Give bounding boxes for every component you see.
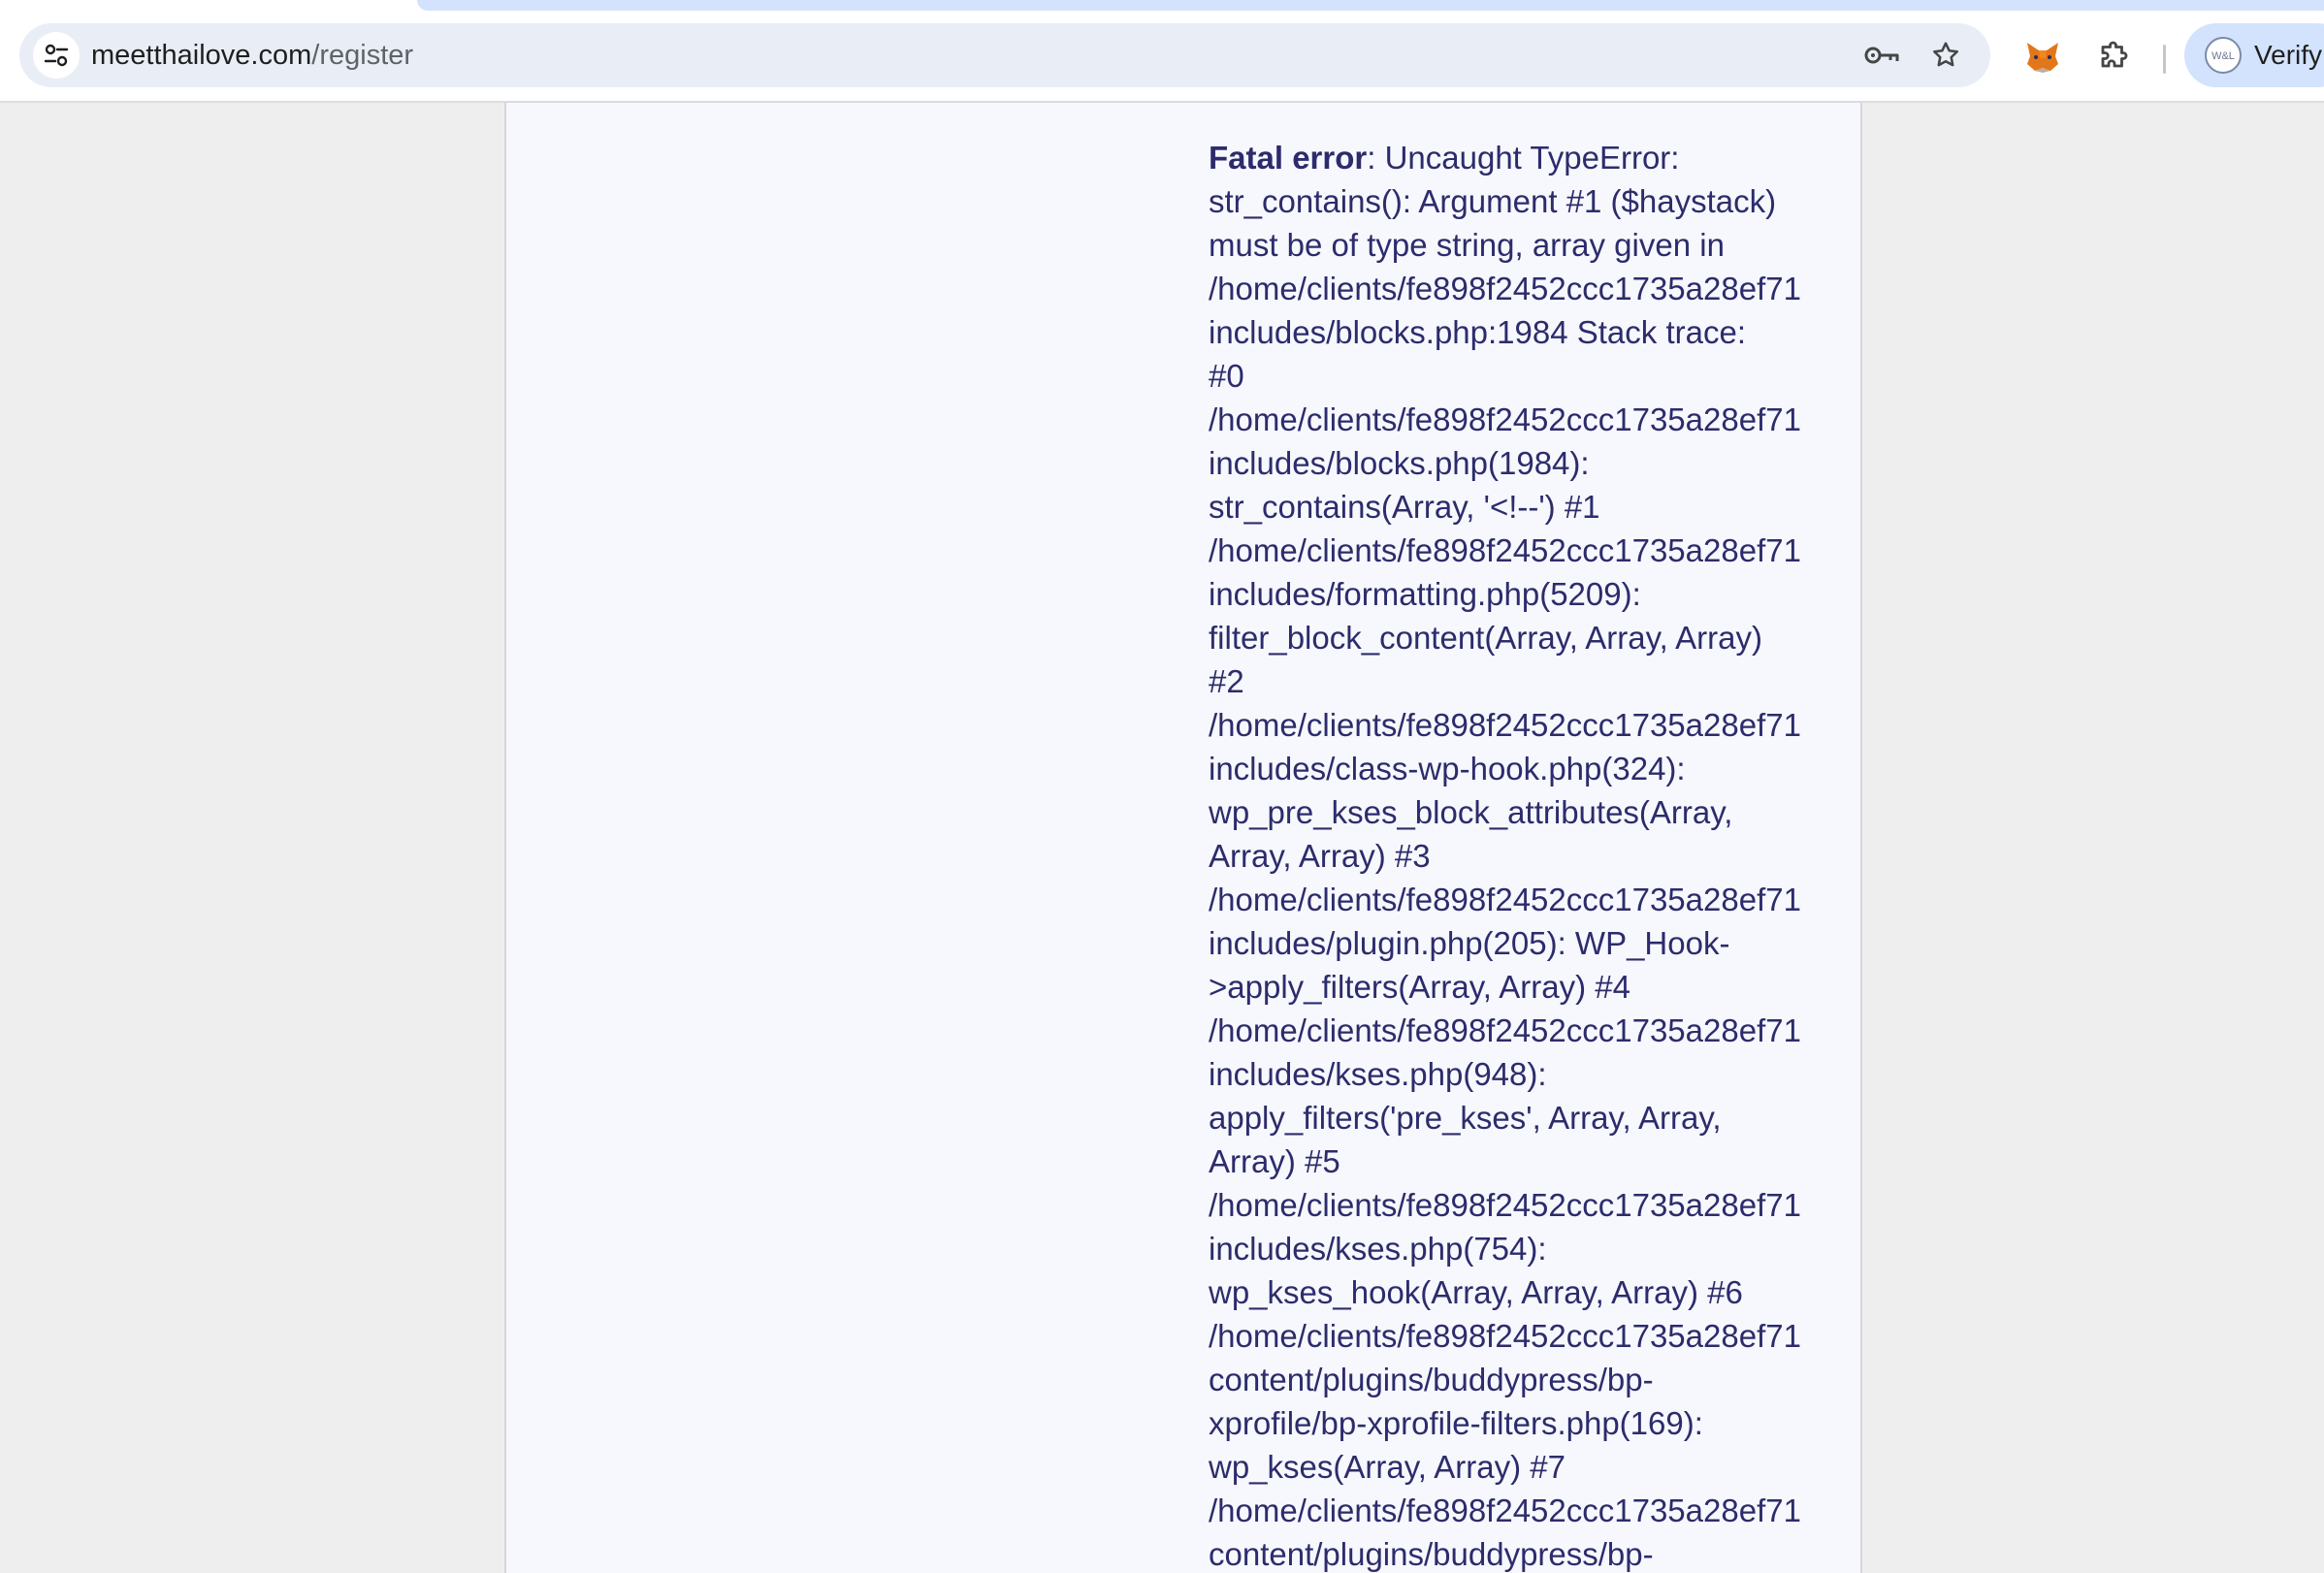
url-path: /register xyxy=(311,40,414,71)
tune-icon[interactable] xyxy=(33,32,80,79)
address-bar[interactable]: meetthailove.com/register xyxy=(19,23,1990,87)
error-line: /home/clients/fe898f2452ccc1735a28ef71 xyxy=(1209,401,1801,437)
active-tab-edge[interactable] xyxy=(417,0,2324,11)
error-line: includes/formatting.php(5209): xyxy=(1209,576,1641,612)
browser-toolbar: meetthailove.com/register W&L Verify xyxy=(0,12,2324,103)
avatar: W&L xyxy=(2204,36,2243,75)
error-line-0: Fatal error: Uncaught TypeError: xyxy=(1209,136,1822,179)
error-line: /home/clients/fe898f2452ccc1735a28ef71 xyxy=(1209,1187,1801,1223)
error-heading-text: : Uncaught TypeError: xyxy=(1367,140,1680,176)
error-line: filter_block_content(Array, Array, Array… xyxy=(1209,620,1762,656)
error-line: Array, Array) #3 xyxy=(1209,838,1431,874)
error-line: content/plugins/buddypress/bp- xyxy=(1209,1362,1654,1397)
url-text[interactable]: meetthailove.com/register xyxy=(91,23,413,87)
error-line: apply_filters('pre_kses', Array, Array, xyxy=(1209,1100,1722,1136)
error-line: wp_kses_hook(Array, Array, Array) #6 xyxy=(1209,1274,1743,1310)
key-icon[interactable] xyxy=(1862,36,1901,75)
error-line: wp_pre_kses_block_attributes(Array, xyxy=(1209,794,1733,830)
star-icon[interactable] xyxy=(1926,36,1965,75)
error-line: content/plugins/buddypress/bp- xyxy=(1209,1536,1654,1572)
error-line: /home/clients/fe898f2452ccc1735a28ef71 xyxy=(1209,1318,1801,1354)
error-line: includes/class-wp-hook.php(324): xyxy=(1209,751,1686,786)
error-line: #0 xyxy=(1209,358,1244,394)
profile-label: Verify xyxy=(2254,40,2323,70)
fox-icon[interactable] xyxy=(2021,36,2064,79)
error-line: includes/kses.php(948): xyxy=(1209,1056,1547,1092)
error-line: /home/clients/fe898f2452ccc1735a28ef71 xyxy=(1209,532,1801,568)
error-line: /home/clients/fe898f2452ccc1735a28ef71 xyxy=(1209,1012,1801,1048)
page-content: Fatal error: Uncaught TypeError: str_con… xyxy=(504,103,1862,1573)
error-line: /home/clients/fe898f2452ccc1735a28ef71 xyxy=(1209,707,1801,743)
avatar-initials: W&L xyxy=(2211,50,2235,62)
error-line: wp_kses(Array, Array) #7 xyxy=(1209,1449,1565,1485)
error-line: includes/blocks.php(1984): xyxy=(1209,445,1590,481)
fatal-error-message: Fatal error: Uncaught TypeError: str_con… xyxy=(1209,136,1822,1573)
error-label: Fatal error xyxy=(1209,140,1368,176)
error-line: str_contains(Array, '<!--') #1 xyxy=(1209,489,1600,525)
error-line: must be of type string, array given in xyxy=(1209,227,1725,263)
error-line: Array) #5 xyxy=(1209,1143,1340,1179)
error-line: /home/clients/fe898f2452ccc1735a28ef71 xyxy=(1209,271,1801,306)
error-line: /home/clients/fe898f2452ccc1735a28ef71 xyxy=(1209,1493,1801,1528)
error-line: >apply_filters(Array, Array) #4 xyxy=(1209,969,1630,1005)
error-line: /home/clients/fe898f2452ccc1735a28ef71 xyxy=(1209,882,1801,917)
profile-button[interactable]: W&L Verify xyxy=(2184,23,2324,87)
error-line: includes/blocks.php:1984 Stack trace: xyxy=(1209,314,1746,350)
error-line: xprofile/bp-xprofile-filters.php(169): xyxy=(1209,1405,1703,1441)
puzzle-icon[interactable] xyxy=(2093,36,2136,79)
tab-strip xyxy=(0,0,2324,12)
error-line: includes/kses.php(754): xyxy=(1209,1231,1547,1267)
error-line: str_contains(): Argument #1 ($haystack) xyxy=(1209,183,1777,219)
toolbar-divider xyxy=(2163,45,2166,74)
url-host: meetthailove.com xyxy=(91,40,312,71)
error-line: includes/plugin.php(205): WP_Hook- xyxy=(1209,925,1730,961)
error-line: #2 xyxy=(1209,663,1244,699)
